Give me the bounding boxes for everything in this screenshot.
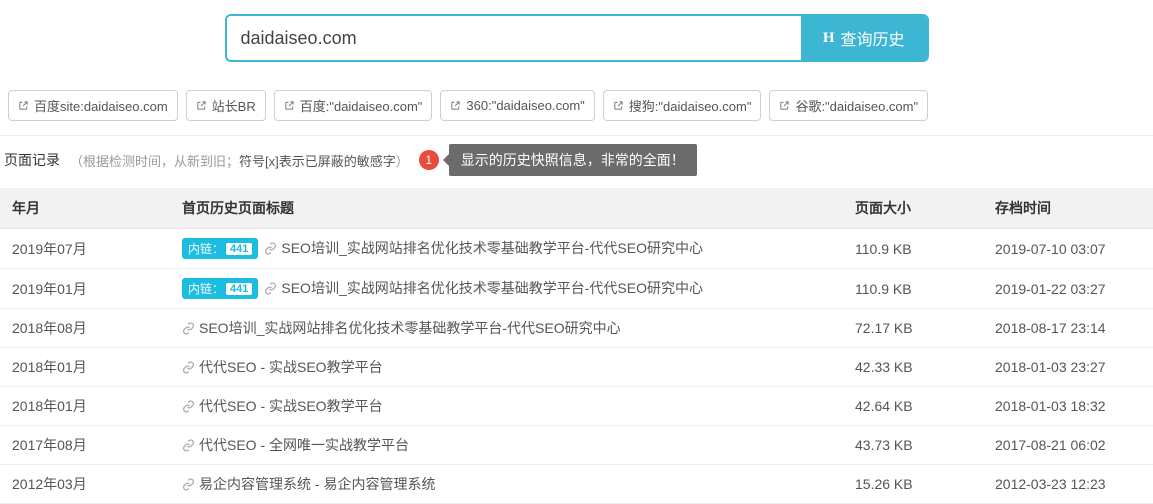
cell-size: 42.64 KB xyxy=(843,387,983,426)
quick-link-label: 百度:"daidaiseo.com" xyxy=(300,96,423,115)
table-row: 2017年08月 代代SEO - 全网唯一实战教学平台 43.73 KB2017-0… xyxy=(0,426,1153,465)
page-title-text[interactable]: SEO培训_实战网站排名优化技术零基础教学平台-代代SEO研究中心 xyxy=(199,320,621,336)
cell-archive: 2012-03-23 12:23 xyxy=(983,465,1153,504)
col-archive-header: 存档时间 xyxy=(983,188,1153,229)
quick-link[interactable]: 360:"daidaiseo.com" xyxy=(440,90,594,121)
quick-link-label: 百度site:daidaiseo.com xyxy=(34,96,168,115)
link-icon xyxy=(264,282,277,295)
step-badge: 1 xyxy=(419,150,439,170)
link-icon xyxy=(182,361,195,374)
section-title: 页面记录 xyxy=(4,150,60,170)
search-input[interactable] xyxy=(227,16,801,60)
page-title-text[interactable]: SEO培训_实战网站排名优化技术零基础教学平台-代代SEO研究中心 xyxy=(281,280,703,296)
quick-link-label: 站长BR xyxy=(212,96,256,115)
history-query-button[interactable]: H 查询历史 xyxy=(801,16,927,60)
quick-link-label: 360:"daidaiseo.com" xyxy=(466,98,584,113)
cell-title: 易企内容管理系统 - 易企内容管理系统 xyxy=(170,465,843,504)
cell-title: 代代SEO - 实战SEO教学平台 xyxy=(170,348,843,387)
cell-archive: 2018-01-03 23:27 xyxy=(983,348,1153,387)
cell-date: 2019年01月 xyxy=(0,269,170,309)
search-bar: H 查询历史 xyxy=(0,0,1153,90)
hint-tooltip: 显示的历史快照信息，非常的全面！ xyxy=(449,144,697,176)
link-icon xyxy=(182,478,195,491)
cell-date: 2017年08月 xyxy=(0,426,170,465)
cell-date: 2012年03月 xyxy=(0,465,170,504)
cell-size: 110.9 KB xyxy=(843,229,983,269)
h-icon: H xyxy=(823,30,835,47)
quick-link[interactable]: 搜狗:"daidaiseo.com" xyxy=(603,90,762,121)
col-size-header: 页面大小 xyxy=(843,188,983,229)
search-group: H 查询历史 xyxy=(225,14,929,62)
external-link-icon xyxy=(450,100,461,111)
link-icon xyxy=(182,439,195,452)
page-title-text[interactable]: SEO培训_实战网站排名优化技术零基础教学平台-代代SEO研究中心 xyxy=(281,240,703,256)
external-link-icon xyxy=(18,100,29,111)
page-title-text[interactable]: 代代SEO - 实战SEO教学平台 xyxy=(199,398,383,414)
table-row: 2012年03月 易企内容管理系统 - 易企内容管理系统 15.26 KB2012-… xyxy=(0,465,1153,504)
cell-title: 内链：441 SEO培训_实战网站排名优化技术零基础教学平台-代代SEO研究中心 xyxy=(170,269,843,309)
quick-link[interactable]: 站长BR xyxy=(186,90,266,121)
external-link-icon xyxy=(779,100,790,111)
cell-archive: 2019-07-10 03:07 xyxy=(983,229,1153,269)
page-title-text[interactable]: 代代SEO - 实战SEO教学平台 xyxy=(199,359,383,375)
col-title-header: 首页历史页面标题 xyxy=(170,188,843,229)
cell-archive: 2018-08-17 23:14 xyxy=(983,309,1153,348)
cell-archive: 2017-08-21 06:02 xyxy=(983,426,1153,465)
link-icon xyxy=(182,322,195,335)
history-table: 年月 首页历史页面标题 页面大小 存档时间 2019年07月内链：441 SEO培… xyxy=(0,188,1153,504)
cell-title: 内链：441 SEO培训_实战网站排名优化技术零基础教学平台-代代SEO研究中心 xyxy=(170,229,843,269)
cell-archive: 2019-01-22 03:27 xyxy=(983,269,1153,309)
col-date-header: 年月 xyxy=(0,188,170,229)
cell-title: 代代SEO - 全网唯一实战教学平台 xyxy=(170,426,843,465)
page-title-text[interactable]: 代代SEO - 全网唯一实战教学平台 xyxy=(199,437,409,453)
cell-size: 15.26 KB xyxy=(843,465,983,504)
inner-link-tag[interactable]: 内链：441 xyxy=(182,238,258,259)
history-query-label: 查询历史 xyxy=(840,26,904,50)
cell-size: 110.9 KB xyxy=(843,269,983,309)
quick-link[interactable]: 百度site:daidaiseo.com xyxy=(8,90,178,121)
quick-link[interactable]: 谷歌:"daidaiseo.com" xyxy=(769,90,928,121)
page-title-text[interactable]: 易企内容管理系统 - 易企内容管理系统 xyxy=(199,476,435,492)
external-link-icon xyxy=(284,100,295,111)
table-row: 2019年01月内链：441 SEO培训_实战网站排名优化技术零基础教学平台-代代… xyxy=(0,269,1153,309)
inner-link-tag[interactable]: 内链：441 xyxy=(182,278,258,299)
cell-size: 72.17 KB xyxy=(843,309,983,348)
cell-title: SEO培训_实战网站排名优化技术零基础教学平台-代代SEO研究中心 xyxy=(170,309,843,348)
link-icon xyxy=(264,242,277,255)
quick-links-row: 百度site:daidaiseo.com 站长BR 百度:"daidaiseo.co… xyxy=(0,90,1153,135)
link-icon xyxy=(182,400,195,413)
table-header-row: 年月 首页历史页面标题 页面大小 存档时间 xyxy=(0,188,1153,229)
cell-date: 2018年01月 xyxy=(0,348,170,387)
table-row: 2018年08月 SEO培训_实战网站排名优化技术零基础教学平台-代代SEO研究中… xyxy=(0,309,1153,348)
table-row: 2018年01月 代代SEO - 实战SEO教学平台 42.64 KB2018-01… xyxy=(0,387,1153,426)
cell-size: 43.73 KB xyxy=(843,426,983,465)
quick-link[interactable]: 百度:"daidaiseo.com" xyxy=(274,90,433,121)
table-row: 2019年07月内链：441 SEO培训_实战网站排名优化技术零基础教学平台-代代… xyxy=(0,229,1153,269)
cell-date: 2019年07月 xyxy=(0,229,170,269)
cell-date: 2018年08月 xyxy=(0,309,170,348)
external-link-icon xyxy=(196,100,207,111)
table-row: 2018年01月 代代SEO - 实战SEO教学平台 42.33 KB2018-01… xyxy=(0,348,1153,387)
section-header: 页面记录 （根据检测时间，从新到旧；符号[x]表示已屏蔽的敏感字） 1 显示的历… xyxy=(0,135,1153,188)
cell-date: 2018年01月 xyxy=(0,387,170,426)
cell-title: 代代SEO - 实战SEO教学平台 xyxy=(170,387,843,426)
quick-link-label: 搜狗:"daidaiseo.com" xyxy=(629,96,752,115)
cell-archive: 2018-01-03 18:32 xyxy=(983,387,1153,426)
section-subtitle: （根据检测时间，从新到旧；符号[x]表示已屏蔽的敏感字） xyxy=(70,151,409,170)
quick-link-label: 谷歌:"daidaiseo.com" xyxy=(795,96,918,115)
cell-size: 42.33 KB xyxy=(843,348,983,387)
external-link-icon xyxy=(613,100,624,111)
